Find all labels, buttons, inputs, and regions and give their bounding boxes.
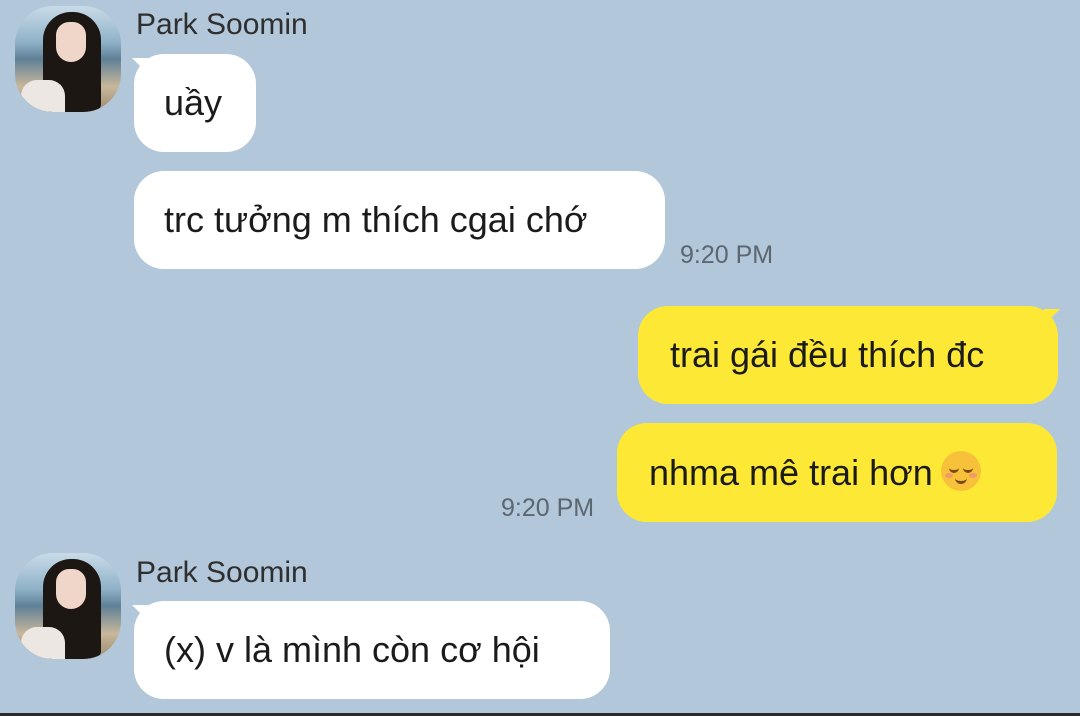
outgoing-message[interactable]: nhma mê trai hơn — [617, 423, 1057, 522]
outgoing-message-text: nhma mê trai hơn — [649, 452, 933, 493]
incoming-message[interactable]: trc tưởng m thích cgai chớ — [134, 171, 665, 269]
sender-avatar[interactable] — [15, 553, 121, 659]
avatar-face — [56, 22, 86, 62]
avatar-shirt — [21, 80, 65, 112]
sender-avatar[interactable] — [15, 6, 121, 112]
avatar-shirt — [21, 627, 65, 659]
smiling-face-emoji-icon — [940, 451, 981, 491]
avatar-face — [56, 569, 86, 609]
message-timestamp: 9:20 PM — [501, 494, 595, 522]
incoming-message[interactable]: (x) v là mình còn cơ hội — [134, 601, 610, 699]
sender-name: Park Soomin — [136, 556, 308, 589]
incoming-message[interactable]: uầy — [134, 54, 256, 152]
outgoing-message[interactable]: trai gái đều thích đc — [638, 306, 1058, 404]
message-timestamp: 9:20 PM — [680, 241, 774, 269]
sender-name: Park Soomin — [136, 8, 308, 41]
